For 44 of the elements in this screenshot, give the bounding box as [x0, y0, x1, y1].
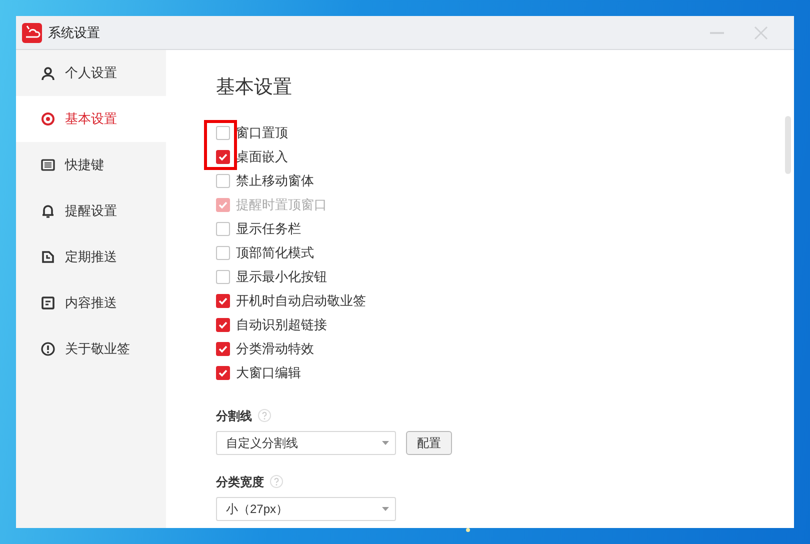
checkbox-label: 显示最小化按钮 [236, 268, 327, 286]
checkbox[interactable] [216, 318, 230, 332]
settings-icon [41, 112, 55, 126]
checkbox[interactable] [216, 246, 230, 260]
bell-icon [41, 204, 55, 218]
configure-button[interactable]: 配置 [406, 430, 452, 454]
section-title: 基本设置 [216, 76, 293, 100]
help-icon[interactable] [270, 475, 283, 488]
window-title: 系统设置 [48, 24, 100, 42]
dropdown[interactable]: 自定义分割线 [216, 430, 396, 454]
keyboard-icon [41, 158, 55, 172]
scrollbar[interactable] [785, 116, 791, 174]
app-logo-icon [22, 22, 42, 42]
group-label: 分割线 [216, 408, 252, 424]
dropdown[interactable]: 小（27px） [216, 496, 396, 520]
checkbox[interactable] [216, 294, 230, 308]
checkbox[interactable] [216, 150, 230, 164]
checkbox-label: 窗口置顶 [236, 124, 288, 142]
checkbox[interactable] [216, 366, 230, 380]
document-icon [41, 296, 55, 310]
help-icon[interactable] [258, 409, 271, 422]
clock-icon [41, 250, 55, 264]
close-icon[interactable] [754, 26, 768, 40]
caret-icon [382, 506, 389, 510]
caret-icon [382, 440, 389, 444]
checkbox-label: 分类滑动特效 [236, 340, 314, 358]
checkbox-label: 禁止移动窗体 [236, 172, 314, 190]
checkbox[interactable] [216, 126, 230, 140]
checkbox[interactable] [216, 174, 230, 188]
checkbox[interactable] [216, 270, 230, 284]
desktop-mark [466, 528, 470, 532]
info-icon [41, 342, 55, 356]
person-icon [41, 66, 55, 80]
checkbox-label: 大窗口编辑 [236, 364, 301, 382]
checkbox-label: 顶部简化模式 [236, 244, 314, 262]
group-label: 分类宽度 [216, 474, 264, 490]
sidebar-item[interactable]: 基本设置 [16, 96, 166, 142]
checkbox[interactable] [216, 342, 230, 356]
checkbox-label: 开机时自动启动敬业签 [236, 292, 366, 310]
checkbox[interactable] [216, 222, 230, 236]
checkbox-label: 提醒时置顶窗口 [236, 196, 327, 214]
checkbox-label: 显示任务栏 [236, 220, 301, 238]
checkbox-label: 自动识别超链接 [236, 316, 327, 334]
checkbox-label: 桌面嵌入 [236, 148, 288, 166]
